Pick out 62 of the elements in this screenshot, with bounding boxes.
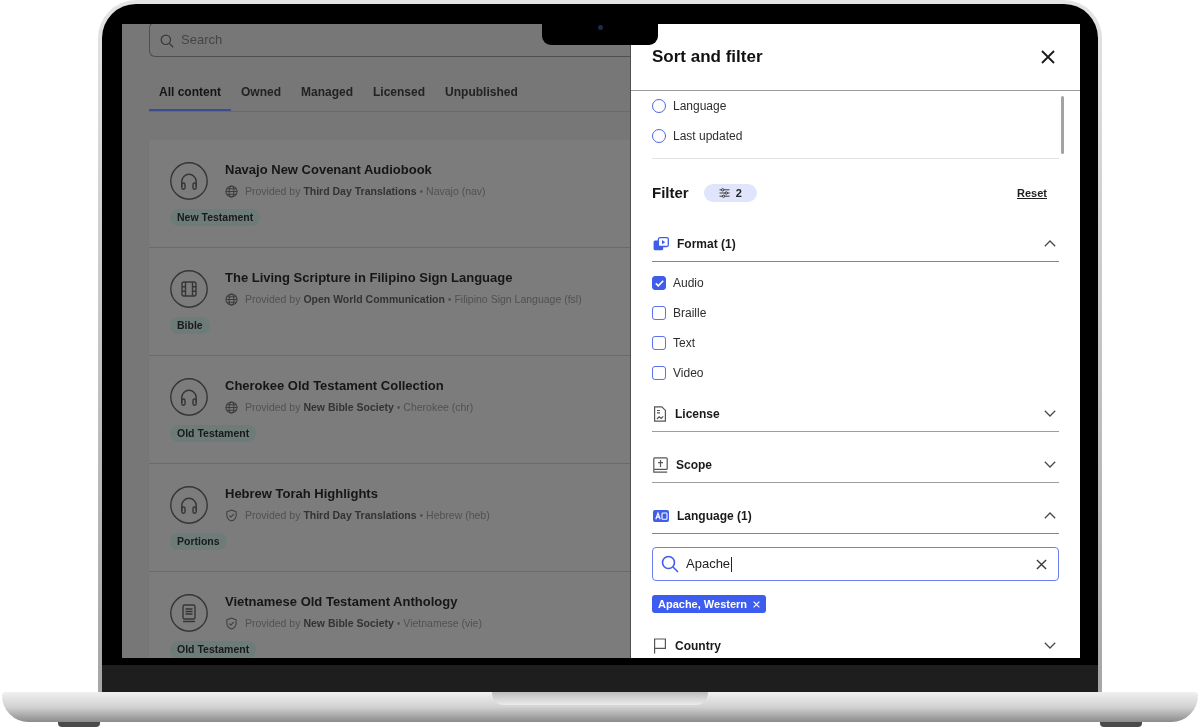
book-icon xyxy=(653,456,668,473)
checkbox-option[interactable]: Audio xyxy=(652,268,1059,298)
checkbox-option[interactable]: Video xyxy=(652,358,1059,388)
checkbox[interactable] xyxy=(652,306,666,320)
language-search-field[interactable]: Apache xyxy=(652,547,1059,581)
search-icon xyxy=(661,555,679,573)
laptop-foot xyxy=(58,722,100,727)
accordion-header[interactable]: Country xyxy=(652,628,1059,658)
category-tag: Bible xyxy=(170,317,210,334)
flag-icon xyxy=(653,637,667,654)
close-icon[interactable] xyxy=(1036,558,1047,570)
headphones-icon xyxy=(170,162,208,200)
filter-heading: Filter xyxy=(652,182,689,203)
category-tag: New Testament xyxy=(170,209,261,226)
accordion-header[interactable]: Language (1) xyxy=(652,498,1059,534)
camera-icon xyxy=(597,25,603,30)
category-tag: Old Testament xyxy=(170,641,257,658)
accordion-header[interactable]: License xyxy=(652,396,1059,432)
reset-link[interactable]: Reset xyxy=(1017,184,1047,202)
chevron-down-icon xyxy=(1044,642,1056,649)
book-icon xyxy=(170,594,208,632)
content-title: Cherokee Old Testament Collection xyxy=(225,377,445,395)
checkmark-icon xyxy=(654,279,664,287)
content-title: Vietnamese Old Testament Anthology xyxy=(225,593,459,611)
chevron-up-icon xyxy=(1044,512,1056,519)
accordion-header[interactable]: Scope xyxy=(652,447,1059,483)
headphones-icon xyxy=(170,378,208,416)
content-title: The Living Scripture in Filipino Sign Language xyxy=(225,269,514,287)
category-tag: Portions xyxy=(170,533,227,550)
checkbox[interactable] xyxy=(652,276,666,290)
headphones-icon xyxy=(170,486,208,524)
tab[interactable]: Owned xyxy=(231,74,291,111)
content-title: Hebrew Torah Highlights xyxy=(225,485,379,503)
tab[interactable]: All content xyxy=(149,74,231,111)
filter-count: 2 xyxy=(735,185,742,201)
text-cursor xyxy=(731,556,733,572)
laptop-foot xyxy=(1100,722,1142,727)
accordion-header[interactable]: Format (1) xyxy=(652,226,1059,262)
film-icon xyxy=(170,270,208,308)
letters-icon xyxy=(653,509,669,522)
chevron-down-icon xyxy=(1044,461,1056,468)
sliders-icon xyxy=(718,188,730,198)
tab[interactable]: Licensed xyxy=(363,74,436,111)
scrollbar-thumb[interactable] xyxy=(1061,96,1064,154)
radio-option[interactable]: Language xyxy=(652,91,1059,121)
tab[interactable]: Unpublished xyxy=(435,74,528,111)
checkbox-option[interactable]: Text xyxy=(652,328,1059,358)
tab[interactable]: Managed xyxy=(291,74,364,111)
search-icon xyxy=(160,34,174,48)
document-icon xyxy=(653,405,667,422)
checkbox[interactable] xyxy=(652,336,666,350)
panel-title: Sort and filter xyxy=(652,46,763,69)
content-title: Navajo New Covenant Audiobook xyxy=(225,161,433,179)
checkbox[interactable] xyxy=(652,366,666,380)
media-icon xyxy=(653,236,669,251)
category-tag: Old Testament xyxy=(170,425,257,442)
checkbox-option[interactable]: Braille xyxy=(652,298,1059,328)
chevron-down-icon xyxy=(1044,410,1056,417)
radio-option[interactable]: Last updated xyxy=(652,121,1059,151)
chevron-up-icon xyxy=(1044,240,1056,247)
language-chip[interactable]: Apache, Western xyxy=(652,595,767,613)
close-icon[interactable] xyxy=(1041,50,1055,64)
